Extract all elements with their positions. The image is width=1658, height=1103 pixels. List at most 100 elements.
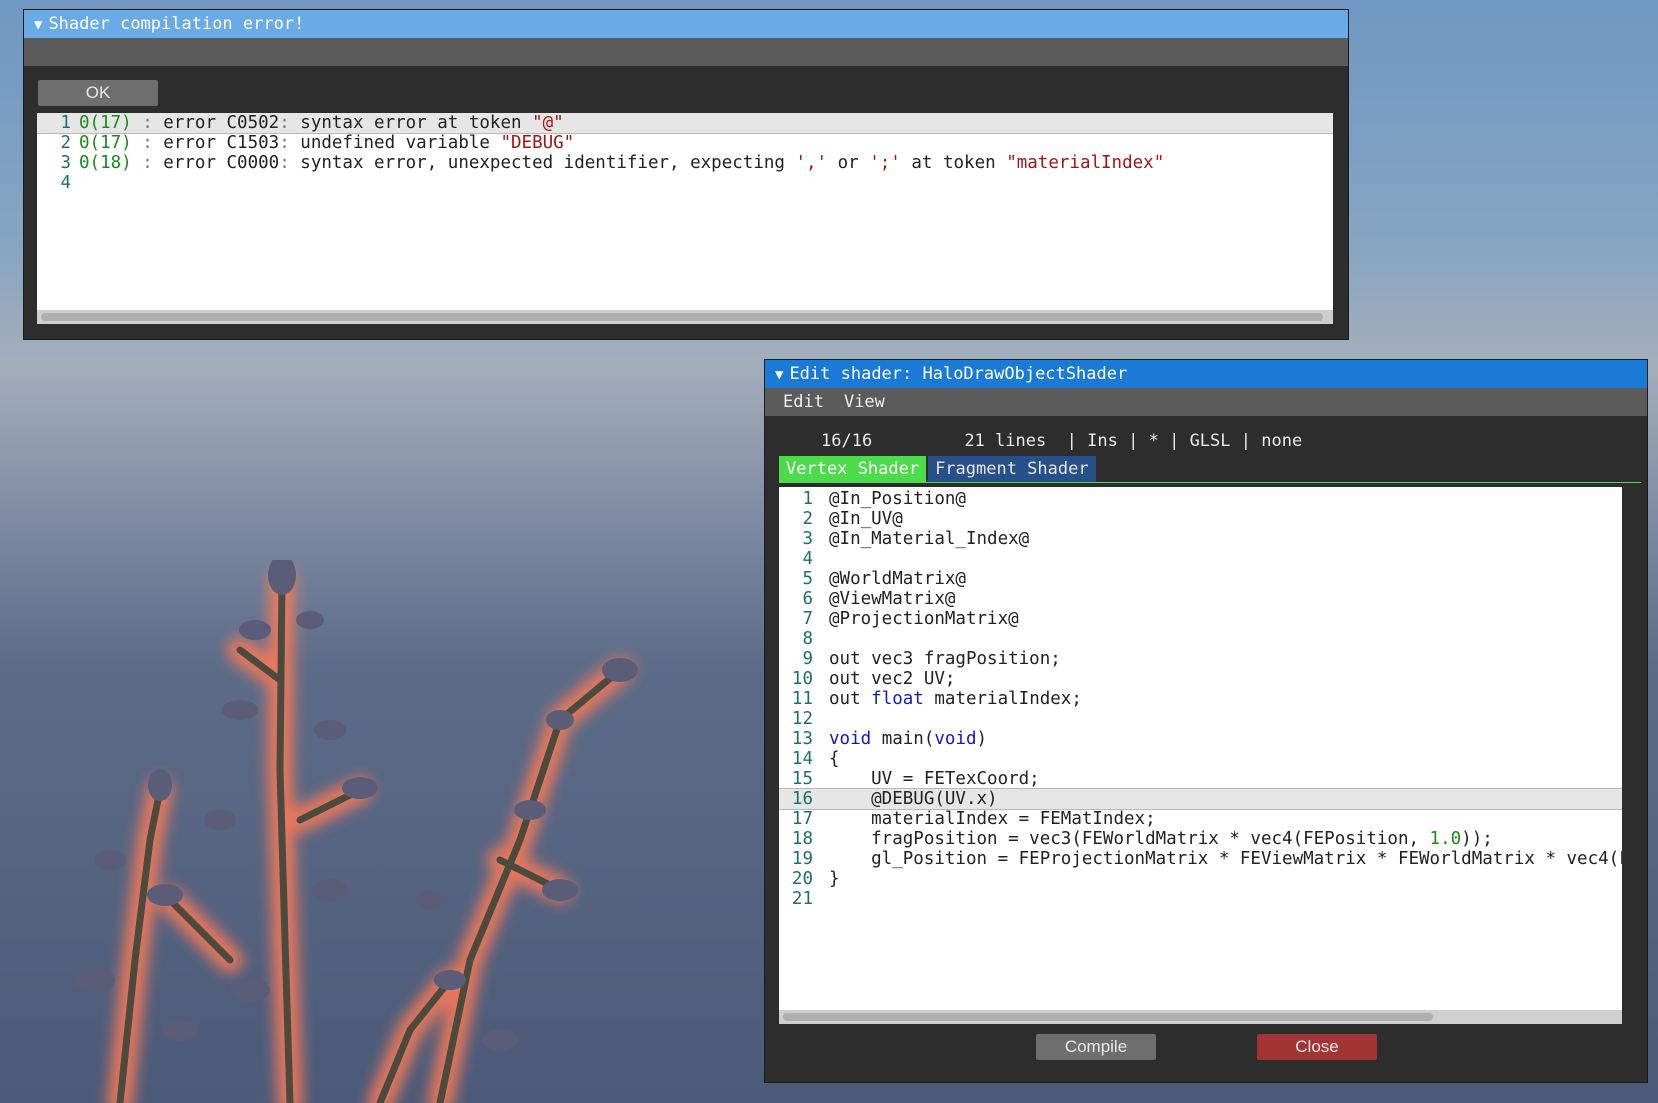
code-token: 1.0: [1429, 829, 1462, 849]
tab-fragment-shader[interactable]: Fragment Shader: [928, 456, 1096, 482]
code-line[interactable]: 20}: [779, 869, 1622, 889]
code-token: out vec3 fragPosition;: [829, 649, 1061, 669]
line-number: 4: [60, 173, 71, 193]
code-token: ));: [1461, 829, 1493, 849]
scrollbar-thumb[interactable]: [41, 313, 1323, 321]
shader-code-editor[interactable]: 1 @In_Position@ 2 @In_UV@ 3 @In_Material_Inde…: [779, 487, 1622, 1024]
line-number: 17: [791, 809, 813, 829]
line-number: 8: [802, 629, 813, 649]
code-token: main(: [871, 729, 935, 749]
line-number: 1: [60, 113, 71, 133]
code-line[interactable]: 15 UV = FETexCoord;: [779, 769, 1622, 789]
code-token: "materialIndex": [1006, 153, 1165, 173]
line-number: 3: [802, 529, 813, 549]
code-line[interactable]: 18 fragPosition = vec3(FEWorldMatrix * v…: [779, 829, 1622, 849]
code-line[interactable]: 11 out float materialIndex;: [779, 689, 1622, 709]
code-token: ',': [795, 153, 828, 173]
code-token: void: [934, 729, 977, 749]
code-token: :: [279, 133, 301, 153]
collapse-triangle-icon[interactable]: ▼: [34, 11, 42, 38]
code-token: 0(17): [79, 113, 132, 133]
editor-status-line: 16/16 21 lines | Ins | * | GLSL | none: [821, 431, 1303, 451]
code-line[interactable]: 1 @In_Position@: [779, 489, 1622, 509]
tab-vertex-shader[interactable]: Vertex Shader: [779, 456, 927, 482]
collapse-triangle-icon[interactable]: ▼: [775, 361, 783, 388]
code-line[interactable]: 3 @In_Material_Index@: [779, 529, 1622, 549]
code-line[interactable]: 12: [779, 709, 1622, 729]
close-button[interactable]: Close: [1257, 1034, 1377, 1060]
error-log-text-area[interactable]: 1 0(17) : error C0502: syntax error at to…: [37, 113, 1333, 324]
shader-error-popup: ▼ Shader compilation error! OK 1 0(17) : e…: [23, 9, 1349, 340]
code-line[interactable]: 6 @ViewMatrix@: [779, 589, 1622, 609]
code-token: @In_Position@: [829, 489, 966, 509]
code-token: @In_UV@: [829, 509, 903, 529]
code-token: syntax error at token: [300, 113, 533, 133]
code-token: {: [829, 749, 840, 769]
code-token: syntax error, unexpected identifier, exp…: [300, 153, 796, 173]
line-number: 20: [791, 869, 813, 889]
code-line[interactable]: 10 out vec2 UV;: [779, 669, 1622, 689]
line-number: 19: [791, 849, 813, 869]
line-count: 21 lines: [964, 431, 1047, 451]
error-log-line[interactable]: 1 0(17) : error C0502: syntax error at to…: [37, 113, 1333, 134]
code-token: out vec2 UV;: [829, 669, 956, 689]
shader-tabs: Vertex Shader Fragment Shader: [779, 456, 1098, 482]
line-number: 12: [791, 709, 813, 729]
editor-titlebar[interactable]: ▼ Edit shader: HaloDrawObjectShader: [765, 360, 1647, 388]
modified-flag: *: [1148, 431, 1159, 451]
line-number: 13: [791, 729, 813, 749]
code-line[interactable]: 16 @DEBUG(UV.x): [779, 788, 1622, 810]
line-number: 15: [791, 769, 813, 789]
code-line[interactable]: 4: [779, 549, 1622, 569]
line-number: 16: [791, 789, 813, 809]
code-line[interactable]: 14 {: [779, 749, 1622, 769]
error-log-horizontal-scrollbar[interactable]: [37, 310, 1333, 324]
code-token: }: [829, 869, 840, 889]
code-line[interactable]: 13 void main(void): [779, 729, 1622, 749]
error-log-line[interactable]: 4: [37, 173, 1333, 193]
code-token: @DEBUG(UV.x): [829, 789, 998, 809]
code-token: undefined variable: [300, 133, 501, 153]
code-lines: 1 @In_Position@ 2 @In_UV@ 3 @In_Material_Inde…: [779, 487, 1622, 909]
compile-button[interactable]: Compile: [1036, 1034, 1156, 1060]
code-horizontal-scrollbar[interactable]: [779, 1010, 1622, 1024]
line-number: 7: [802, 609, 813, 629]
code-token: at token: [900, 153, 1007, 173]
code-line[interactable]: 8: [779, 629, 1622, 649]
file-label: none: [1261, 431, 1303, 451]
code-token: :: [279, 113, 301, 133]
code-line[interactable]: 7 @ProjectionMatrix@: [779, 609, 1622, 629]
error-log-line[interactable]: 3 0(18) : error C0000: syntax error, unex…: [37, 153, 1333, 173]
code-token: or: [827, 153, 870, 173]
line-number: 3: [60, 153, 71, 173]
code-token: :: [131, 153, 164, 173]
shader-editor-window: ▼ Edit shader: HaloDrawObjectShader Edit V…: [764, 359, 1648, 1083]
code-token: fragPosition = vec3(FEWorldMatrix * vec4…: [829, 829, 1430, 849]
code-token: 0(18): [79, 153, 132, 173]
code-token: UV = FETexCoord;: [829, 769, 1040, 789]
code-token: gl_Position = FEProjectionMatrix * FEVie…: [871, 849, 1622, 869]
error-log-line[interactable]: 2 0(17) : error C1503: undefined variable…: [37, 133, 1333, 153]
scrollbar-thumb[interactable]: [783, 1013, 1433, 1021]
line-number: 11: [791, 689, 813, 709]
code-line[interactable]: 5 @WorldMatrix@: [779, 569, 1622, 589]
error-popup-titlebar[interactable]: ▼ Shader compilation error!: [24, 10, 1348, 38]
line-number: 9: [802, 649, 813, 669]
code-line[interactable]: 19 gl_Position = FEProjectionMatrix * FE…: [779, 849, 1622, 869]
code-token: "DEBUG": [500, 133, 575, 153]
menu-edit[interactable]: Edit: [783, 392, 824, 412]
editor-title: Edit shader: HaloDrawObjectShader: [789, 364, 1128, 384]
plant-render: [75, 560, 638, 1103]
code-line[interactable]: 17 materialIndex = FEMatIndex;: [779, 809, 1622, 829]
language-label: GLSL: [1189, 431, 1231, 451]
code-token: :: [131, 113, 164, 133]
code-line[interactable]: 21: [779, 889, 1622, 909]
ok-button[interactable]: OK: [38, 80, 158, 106]
menu-view[interactable]: View: [844, 392, 885, 412]
code-token: 0(17): [79, 133, 132, 153]
line-number: 4: [802, 549, 813, 569]
code-token: error C1503: [163, 133, 280, 153]
insert-mode: Ins: [1087, 431, 1118, 451]
code-line[interactable]: 9 out vec3 fragPosition;: [779, 649, 1622, 669]
code-line[interactable]: 2 @In_UV@: [779, 509, 1622, 529]
